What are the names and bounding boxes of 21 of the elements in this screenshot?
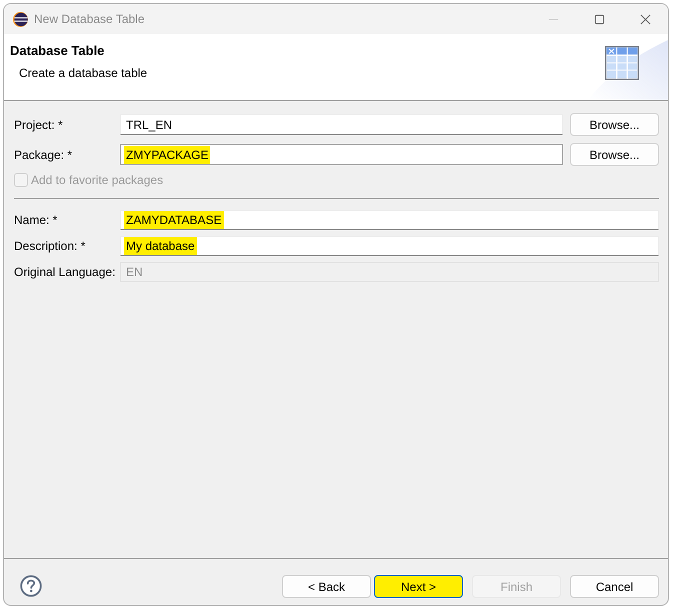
browse-button[interactable]: Browse... bbox=[570, 113, 659, 136]
dialog-button[interactable]: < Back bbox=[282, 575, 371, 598]
browse-button[interactable]: Browse... bbox=[570, 143, 659, 166]
input-field[interactable]: ZMYPACKAGE bbox=[120, 144, 563, 165]
field-label: Original Language: bbox=[14, 265, 116, 279]
dialog-button[interactable]: Next > bbox=[374, 575, 463, 598]
page-subtitle: Create a database table bbox=[19, 66, 148, 80]
input-field[interactable]: My database bbox=[120, 236, 659, 256]
window-title: New Database Table bbox=[34, 12, 145, 26]
app-logo-icon bbox=[13, 12, 28, 26]
field-label: Description: * bbox=[14, 239, 86, 253]
page-title: Database Table bbox=[10, 43, 106, 59]
field-label: Package: * bbox=[14, 148, 74, 162]
dialog-button[interactable]: Cancel bbox=[570, 575, 659, 598]
help-icon[interactable] bbox=[20, 575, 42, 597]
input-field[interactable]: TRL_EN bbox=[120, 114, 563, 135]
input-field[interactable]: ZAMYDATABASE bbox=[120, 210, 659, 230]
table-icon bbox=[605, 46, 639, 80]
field-label: Project: * bbox=[14, 118, 64, 132]
field-label: Name: * bbox=[14, 213, 58, 227]
input-field: EN bbox=[120, 262, 659, 282]
